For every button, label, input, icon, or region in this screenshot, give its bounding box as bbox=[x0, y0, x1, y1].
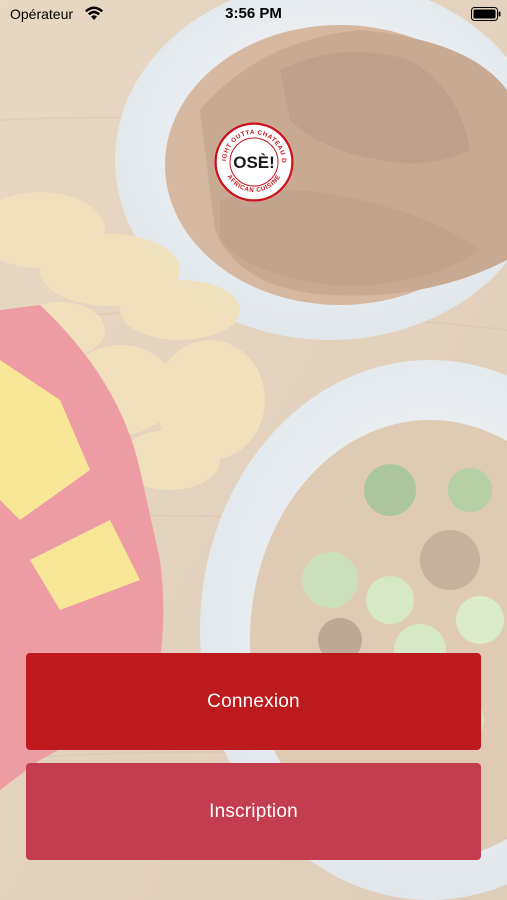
status-bar: Opérateur 3:56 PM bbox=[0, 0, 507, 30]
battery-icon bbox=[471, 7, 501, 21]
svg-text:OSÈ!: OSÈ! bbox=[233, 153, 275, 172]
status-time: 3:56 PM bbox=[225, 5, 282, 22]
signup-button[interactable]: Inscription bbox=[26, 763, 481, 860]
login-button-label: Connexion bbox=[207, 690, 300, 712]
brand-logo-seal: STRAIGHT OUTTA CHATEAU D'EAU AFRICAN CUI… bbox=[213, 121, 294, 202]
login-button[interactable]: Connexion bbox=[26, 653, 481, 750]
signup-button-label: Inscription bbox=[209, 800, 298, 822]
